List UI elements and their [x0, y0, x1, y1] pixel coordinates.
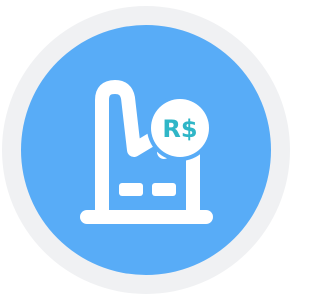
currency-badge: R$: [147, 95, 213, 161]
factory-revenue-icon: R$: [2, 6, 290, 294]
factory-window-right: [152, 183, 176, 196]
brazilian-real-icon: R$: [162, 115, 197, 143]
icon-tile: R$: [0, 0, 293, 299]
factory-window-left: [119, 183, 143, 196]
